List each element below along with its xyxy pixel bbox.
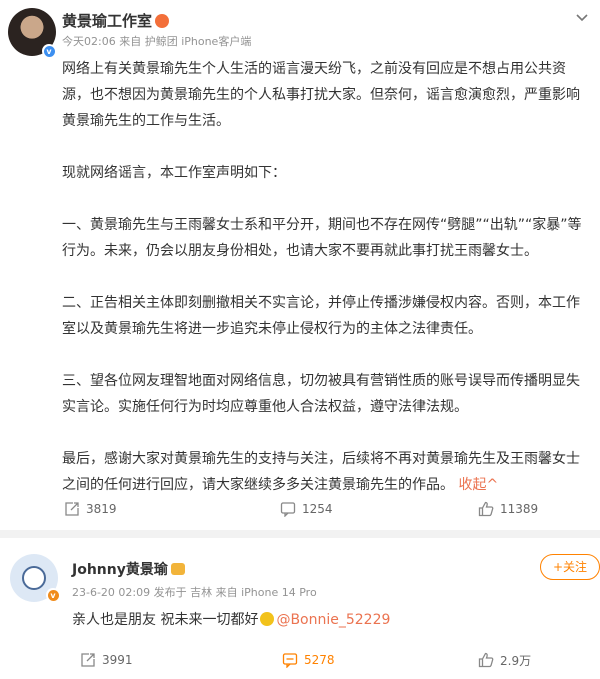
comment-meta: 23-6-20 02:09 发布于 吉林 来自 iPhone 14 Pro bbox=[72, 586, 317, 599]
repost-button[interactable]: 3819 bbox=[64, 495, 117, 523]
commenter-name[interactable]: Johnny黄景瑜 bbox=[72, 559, 185, 579]
follow-button[interactable]: +关注 bbox=[540, 554, 600, 580]
comment-button[interactable]: 5278 bbox=[282, 646, 335, 674]
repost-icon bbox=[64, 501, 80, 517]
sun-emoji-icon bbox=[260, 612, 275, 626]
crown-badge-icon bbox=[170, 563, 185, 575]
paragraph-text: 最后，感谢大家对黄景瑜先生的支持与关注，后续将不再对黄景瑜先生及王雨馨女士之间的… bbox=[62, 451, 580, 493]
like-button[interactable]: 11389 bbox=[478, 495, 538, 523]
author-name[interactable]: 黄景瑜工作室 bbox=[62, 10, 170, 31]
paragraph: 网络上有关黄景瑜先生个人生活的谣言漫天纷飞，之前没有回应是不想占用公共资源，也不… bbox=[62, 61, 580, 129]
post-actions: 3819 1254 11389 bbox=[0, 495, 600, 523]
repost-count: 3819 bbox=[86, 502, 117, 516]
comment-text: 亲人也是朋友 祝未来一切都好 bbox=[72, 612, 259, 628]
like-count: 2.9万 bbox=[500, 653, 532, 668]
divider bbox=[0, 530, 600, 538]
paragraph: 一、黄景瑜先生与王雨馨女士系和平分开，期间也不存在网传“劈腿”“出轨”“家暴”等… bbox=[62, 217, 582, 259]
post-meta: 今天02:06 来自 护鲸团 iPhone客户端 bbox=[62, 35, 252, 48]
repost-icon bbox=[80, 652, 96, 668]
chevron-down-icon[interactable] bbox=[576, 10, 588, 26]
comment-count: 1254 bbox=[302, 502, 333, 516]
verified-badge-icon: v bbox=[46, 588, 60, 602]
comment-body: 亲人也是朋友 祝未来一切都好 @Bonnie_52229 bbox=[72, 607, 390, 633]
comment-icon bbox=[282, 652, 298, 668]
paragraph: 三、望各位网友理智地面对网络信息，切勿被具有营销性质的账号误导而传播明显失实言论… bbox=[62, 373, 580, 415]
mention-link[interactable]: @Bonnie_52229 bbox=[276, 612, 390, 628]
repost-button[interactable]: 3991 bbox=[80, 646, 133, 674]
fan-badge-icon bbox=[155, 14, 170, 28]
thumbs-up-icon bbox=[478, 501, 494, 517]
comment-count: 5278 bbox=[304, 653, 335, 667]
author-name-text[interactable]: 黄景瑜工作室 bbox=[62, 12, 152, 30]
repost-count: 3991 bbox=[102, 653, 133, 667]
verified-badge-icon: v bbox=[42, 44, 56, 58]
post-body: 网络上有关黄景瑜先生个人生活的谣言漫天纷飞，之前没有回应是不想占用公共资源，也不… bbox=[62, 56, 592, 498]
like-count: 11389 bbox=[500, 502, 539, 516]
comment-actions: 3991 5278 2.9万 bbox=[0, 646, 600, 674]
weibo-post: v 黄景瑜工作室 今天02:06 来自 护鲸团 iPhone客户端 网络上有关黄… bbox=[0, 0, 600, 530]
collapse-link[interactable]: 收起^ bbox=[458, 477, 498, 493]
paragraph: 二、正告相关主体即刻删撤相关不实言论，并停止传播涉嫌侵权内容。否则，本工作室以及… bbox=[62, 295, 580, 337]
paragraph: 最后，感谢大家对黄景瑜先生的支持与关注，后续将不再对黄景瑜先生及王雨馨女士之间的… bbox=[62, 446, 592, 498]
comment-icon bbox=[280, 501, 296, 517]
commenter-name-text[interactable]: Johnny黄景瑜 bbox=[72, 562, 168, 578]
paragraph: 现就网络谣言，本工作室声明如下： bbox=[62, 165, 286, 181]
comment-button[interactable]: 1254 bbox=[280, 495, 333, 523]
like-button[interactable]: 2.9万 bbox=[478, 646, 531, 674]
thumbs-up-icon bbox=[478, 652, 494, 668]
